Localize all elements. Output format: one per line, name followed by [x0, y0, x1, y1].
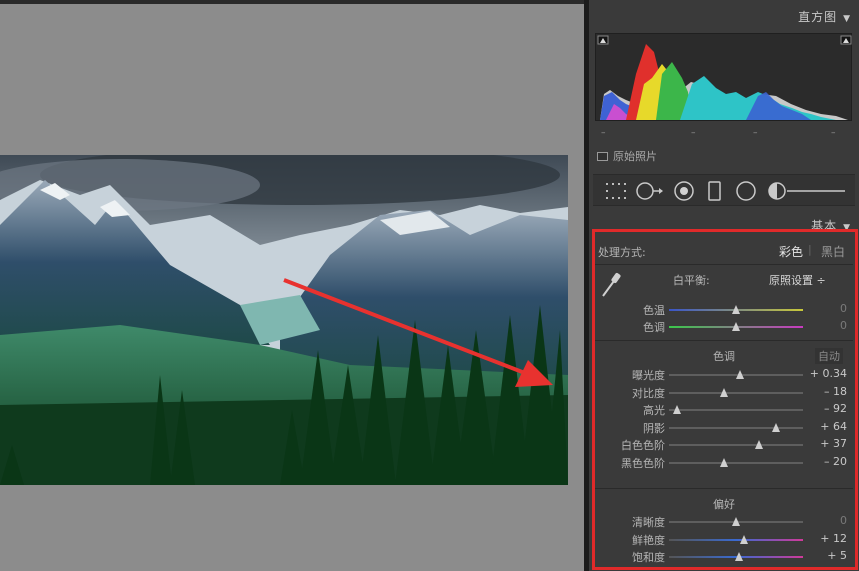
slider-label: 饱和度	[632, 551, 665, 564]
slider-label: 高光	[643, 404, 665, 417]
presence-title: 偏好	[713, 498, 735, 511]
slider-track[interactable]	[669, 405, 803, 414]
slider-track[interactable]	[669, 552, 803, 561]
slider-knob[interactable]	[734, 552, 743, 561]
slider-value[interactable]: + 37	[807, 437, 847, 450]
crop-grid-icon[interactable]	[605, 181, 629, 201]
slider-track[interactable]	[669, 422, 803, 432]
histogram-header[interactable]: 直方图 ▼	[798, 8, 851, 25]
image-canvas	[0, 4, 584, 571]
slider-value[interactable]: – 92	[807, 402, 847, 415]
slider-value[interactable]: 0	[807, 302, 847, 315]
slider-track[interactable]	[669, 440, 803, 449]
slider-label: 黑色色阶	[621, 456, 665, 470]
right-panel: 直方图 ▼ – – – – 原始照片 基本 ▼ 处理方式: 彩色 | 黑白 白平…	[589, 0, 859, 571]
slider-knob[interactable]	[719, 387, 728, 397]
slider-label: 曝光度	[632, 369, 665, 382]
slider-knob[interactable]	[732, 517, 740, 526]
slider-knob[interactable]	[772, 422, 781, 432]
adjustment-brush-icon[interactable]	[767, 181, 849, 201]
treatment-divider: |	[808, 243, 812, 256]
slider-value[interactable]: + 5	[807, 549, 847, 562]
triangle-down-icon[interactable]: ▼	[843, 14, 851, 24]
slider-track[interactable]	[669, 370, 803, 379]
slider-label: 鲜艳度	[632, 533, 665, 547]
slider-value[interactable]: 0	[807, 319, 847, 332]
histogram	[595, 33, 852, 121]
slider-knob[interactable]	[754, 440, 763, 449]
slider-label: 清晰度	[632, 516, 665, 529]
slider-knob[interactable]	[740, 534, 749, 544]
slider-knob[interactable]	[719, 457, 728, 467]
original-photo-checkbox[interactable]	[597, 151, 608, 161]
landscape-photo	[0, 155, 568, 485]
slider-label: 色温	[643, 304, 665, 317]
slider-track[interactable]	[669, 387, 803, 397]
slider-track[interactable]	[669, 534, 803, 544]
section-divider	[595, 264, 853, 265]
slider-track[interactable]	[669, 517, 803, 526]
histogram-title: 直方图	[798, 10, 838, 24]
slider-value[interactable]: + 12	[807, 532, 847, 545]
auto-tone-button[interactable]: 自动	[815, 348, 843, 364]
slider-value[interactable]: + 0.34	[807, 367, 847, 380]
slider-track[interactable]	[669, 322, 803, 331]
slider-label: 对比度	[632, 386, 665, 400]
slider-knob[interactable]	[732, 305, 740, 314]
slider-value[interactable]: – 18	[807, 385, 847, 398]
eyedropper-icon[interactable]	[599, 270, 623, 300]
basic-panel: 处理方式: 彩色 | 黑白 白平衡: 原照设置 ÷ 色温 0 色调 0 色调 自动 曝…	[589, 230, 859, 571]
graduated-filter-icon[interactable]	[707, 181, 723, 201]
radial-filter-icon[interactable]	[735, 181, 757, 201]
section-divider	[595, 488, 853, 489]
slider-label: 色调	[643, 321, 665, 334]
slider-value[interactable]: 0	[807, 514, 847, 527]
slider-track[interactable]	[669, 457, 803, 467]
slider-label: 阴影	[643, 421, 665, 435]
red-eye-icon[interactable]	[673, 181, 695, 201]
original-photo-label: 原始照片	[613, 150, 657, 163]
treatment-label: 处理方式:	[598, 246, 646, 259]
white-balance-preset[interactable]: 原照设置 ÷	[769, 272, 826, 288]
slider-track[interactable]	[669, 305, 803, 314]
tool-strip	[593, 174, 855, 206]
section-divider	[595, 340, 853, 341]
slider-value[interactable]: – 20	[807, 455, 847, 468]
spot-removal-icon[interactable]	[635, 181, 665, 201]
treatment-color-button[interactable]: 彩色	[779, 243, 803, 260]
slider-label: 白色色阶	[621, 439, 665, 452]
histogram-ticks: – – – –	[601, 128, 836, 138]
original-photo-toggle[interactable]: 原始照片	[597, 148, 657, 164]
slider-value[interactable]: + 64	[807, 420, 847, 433]
slider-knob[interactable]	[732, 322, 740, 331]
treatment-bw-button[interactable]: 黑白	[821, 243, 845, 260]
slider-knob[interactable]	[736, 370, 745, 379]
white-balance-label: 白平衡:	[673, 274, 710, 287]
slider-knob[interactable]	[673, 405, 682, 414]
